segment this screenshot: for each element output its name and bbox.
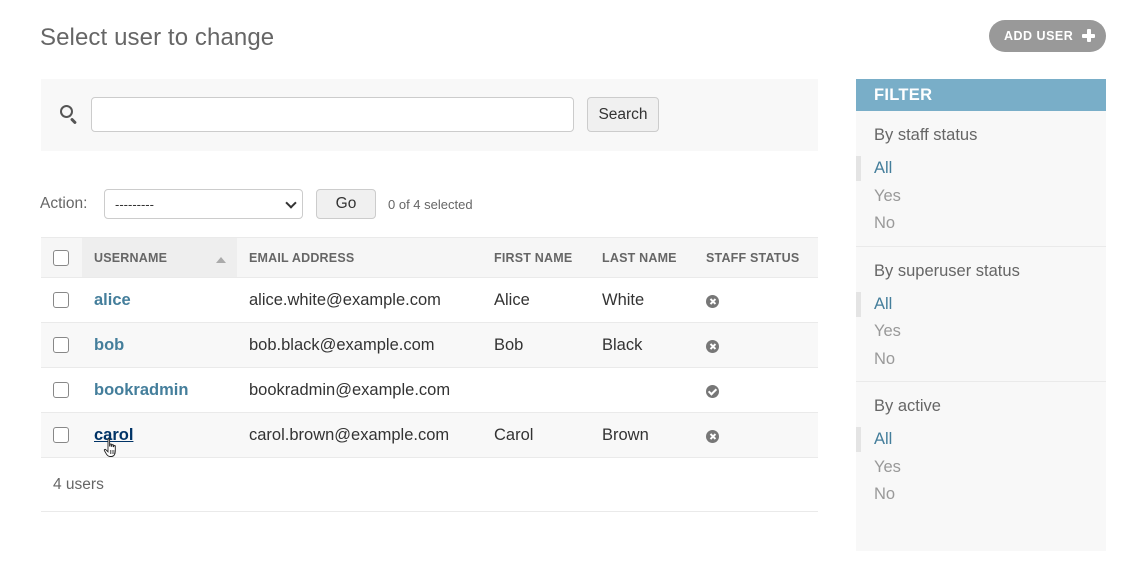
row-checkbox[interactable] xyxy=(53,382,69,399)
select-all-checkbox[interactable] xyxy=(53,249,69,266)
filter-option-yes[interactable]: Yes xyxy=(856,318,1106,346)
go-button[interactable]: Go xyxy=(316,189,376,219)
column-header-last-name[interactable]: LAST NAME xyxy=(590,237,694,278)
no-icon xyxy=(706,339,719,353)
search-input[interactable] xyxy=(91,97,574,132)
row-checkbox[interactable] xyxy=(53,292,69,309)
column-header-staff-status[interactable]: STAFF STATUS xyxy=(694,237,818,278)
row-checkbox[interactable] xyxy=(53,337,69,354)
last-name-cell: Black xyxy=(590,322,694,368)
username-link[interactable]: bob xyxy=(94,336,124,354)
yes-icon xyxy=(706,384,719,398)
actions-bar: Action: --------- Go 0 of 4 selected xyxy=(40,189,818,219)
paginator: 4 users xyxy=(41,458,818,512)
filter-option-all[interactable]: All xyxy=(856,155,1106,183)
column-header-username[interactable]: USERNAME xyxy=(82,237,237,278)
first-name-cell xyxy=(482,367,590,413)
username-link[interactable]: alice xyxy=(94,291,131,309)
row-checkbox[interactable] xyxy=(53,427,69,444)
filter-group-title: By superuser status xyxy=(874,261,1020,280)
filter-option-yes[interactable]: Yes xyxy=(856,183,1106,211)
selected-count: 0 of 4 selected xyxy=(388,197,473,212)
filter-group-superuser-status: By superuser status All Yes No xyxy=(856,247,1106,382)
search-bar: Search xyxy=(41,79,818,151)
search-button[interactable]: Search xyxy=(587,97,659,132)
email-cell: bob.black@example.com xyxy=(237,322,482,368)
table-row: bob bob.black@example.com Bob Black xyxy=(41,322,818,368)
chevron-down-icon xyxy=(285,197,297,209)
page-title: Select user to change xyxy=(40,24,275,51)
action-select-value: --------- xyxy=(115,196,154,212)
filter-group-title: By staff status xyxy=(874,126,978,144)
filter-panel: FILTER By staff status All Yes No By sup… xyxy=(856,79,1106,551)
action-select[interactable]: --------- xyxy=(104,189,303,219)
last-name-cell: White xyxy=(590,277,694,323)
username-link[interactable]: bookradmin xyxy=(94,381,188,399)
column-header-first-name[interactable]: FIRST NAME xyxy=(482,237,590,278)
filter-option-no[interactable]: No xyxy=(856,210,1106,238)
email-cell: bookradmin@example.com xyxy=(237,367,482,413)
last-name-cell xyxy=(590,367,694,413)
filter-group-staff-status: By staff status All Yes No xyxy=(856,111,1106,247)
add-user-button[interactable]: ADD USER xyxy=(989,20,1106,52)
filter-option-all[interactable]: All xyxy=(856,426,1106,454)
email-cell: alice.white@example.com xyxy=(237,277,482,323)
table-row: bookradmin bookradmin@example.com xyxy=(41,367,818,413)
no-icon xyxy=(706,429,719,443)
first-name-cell: Carol xyxy=(482,412,590,458)
filter-group-title: By active xyxy=(874,397,941,415)
header-select-all xyxy=(41,237,82,278)
filter-group-active: By active All Yes No xyxy=(856,382,1106,517)
sort-up-icon[interactable] xyxy=(216,257,226,263)
table-row: carol carol.brown@example.com Carol Brow… xyxy=(41,412,818,458)
filter-option-no[interactable]: No xyxy=(856,481,1106,509)
filter-option-all[interactable]: All xyxy=(856,291,1106,319)
action-label: Action: xyxy=(40,195,88,212)
search-icon xyxy=(59,104,79,125)
column-header-email[interactable]: EMAIL ADDRESS xyxy=(237,237,482,278)
filter-header: FILTER xyxy=(856,79,1106,111)
first-name-cell: Alice xyxy=(482,277,590,323)
email-cell: carol.brown@example.com xyxy=(237,412,482,458)
filter-option-yes[interactable]: Yes xyxy=(856,454,1106,482)
first-name-cell: Bob xyxy=(482,322,590,368)
last-name-cell: Brown xyxy=(590,412,694,458)
plus-icon xyxy=(1082,29,1095,42)
results-table: USERNAME EMAIL ADDRESS FIRST NAME LAST N… xyxy=(41,237,818,458)
hand-cursor-icon xyxy=(103,438,116,457)
filter-option-no[interactable]: No xyxy=(856,346,1106,374)
table-row: alice alice.white@example.com Alice Whit… xyxy=(41,277,818,323)
no-icon xyxy=(706,294,719,308)
add-user-label: ADD USER xyxy=(1004,29,1074,43)
